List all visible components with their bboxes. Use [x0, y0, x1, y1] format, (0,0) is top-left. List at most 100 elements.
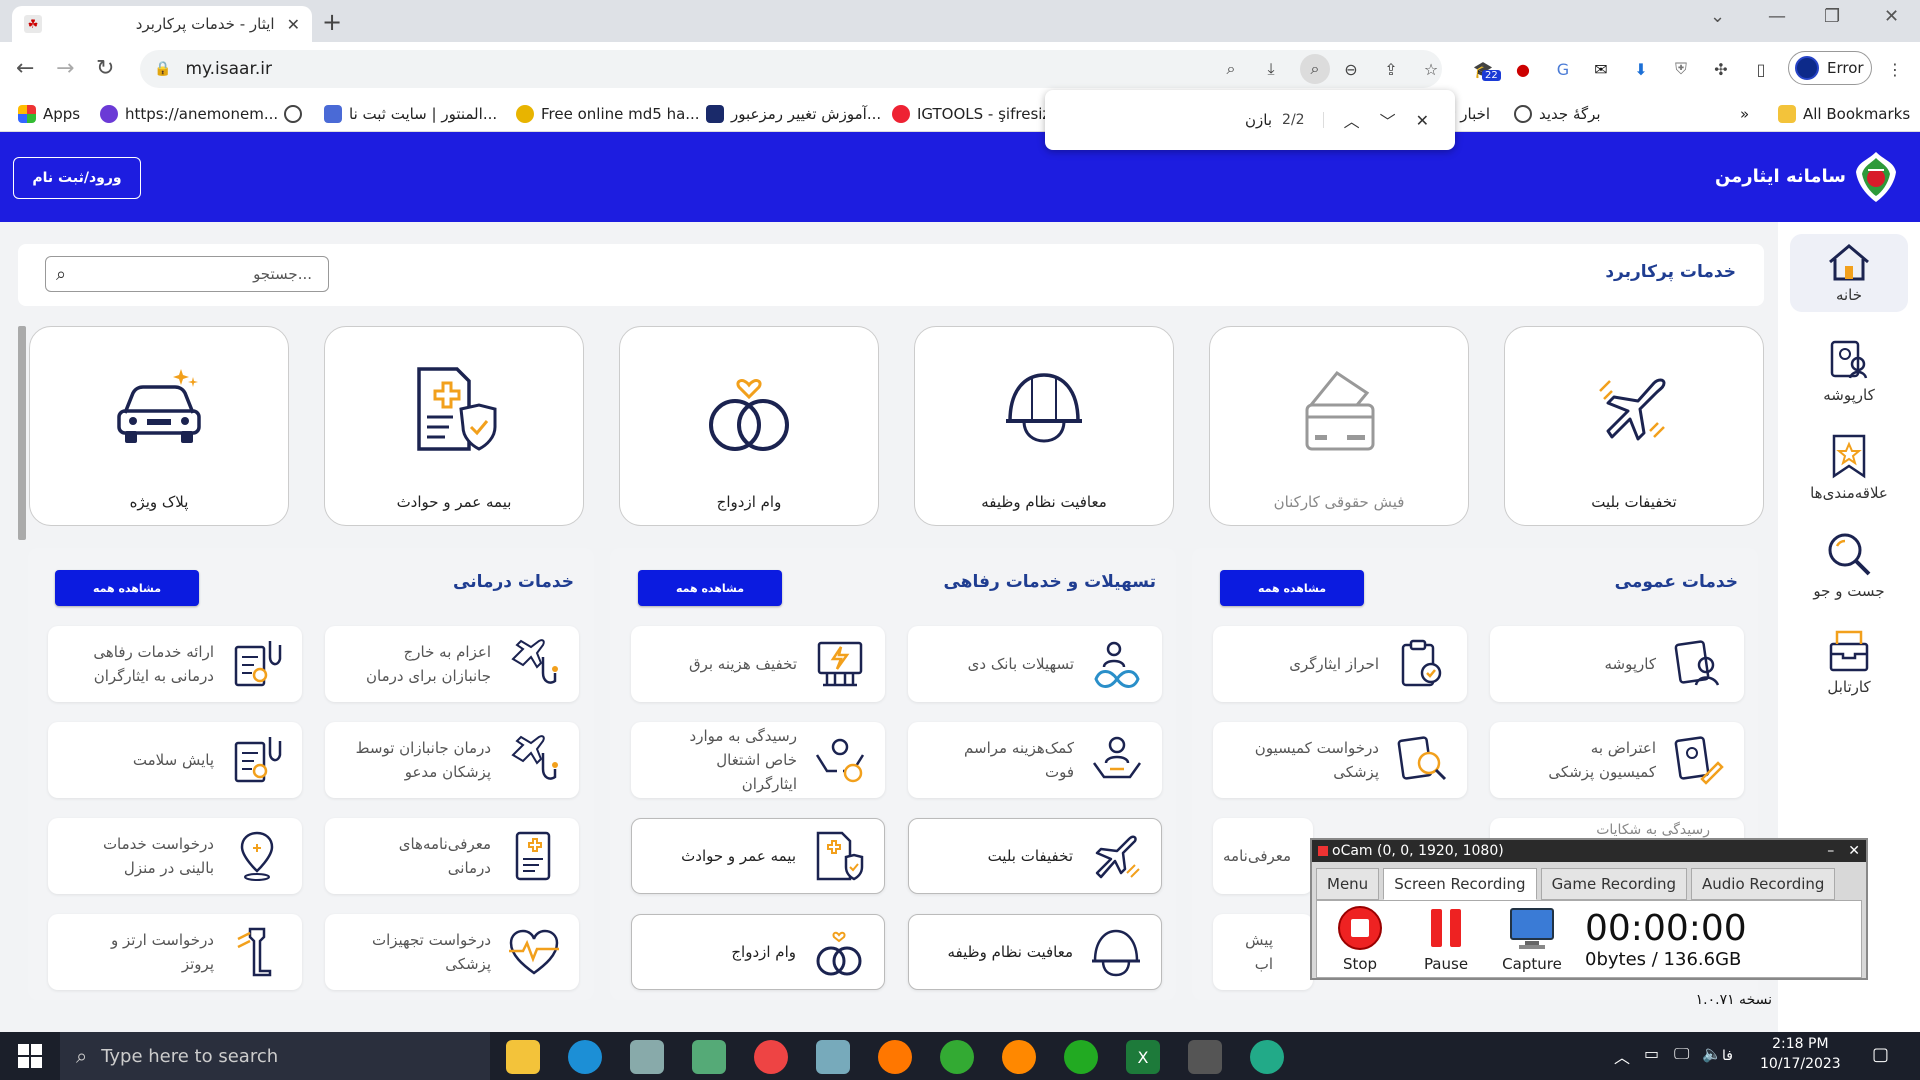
tray-network-icon[interactable]: ▭ — [1644, 1044, 1659, 1063]
card-payslip[interactable]: فیش حقوقی کارکنان — [1209, 326, 1469, 526]
orange-app-icon[interactable] — [1002, 1040, 1036, 1074]
card-special-plate[interactable]: پلاک ویژه — [29, 326, 289, 526]
service-item[interactable]: اعزام به خارج جانبازان برای درمان — [325, 626, 579, 702]
forward-icon[interactable]: → — [56, 56, 74, 81]
side-panel-icon[interactable]: ▯ — [1750, 58, 1772, 80]
bookmark-apps[interactable]: Apps — [18, 103, 80, 125]
service-item[interactable]: ارائه خدمات رفاهی درمانی به ایثارگران — [48, 626, 302, 702]
app-icon[interactable] — [692, 1040, 726, 1074]
address-bar[interactable]: 🔒 my.isaar.ir — [140, 50, 1442, 88]
share-icon[interactable]: ⇪ — [1380, 58, 1402, 80]
pause-button[interactable]: Pause — [1403, 905, 1489, 973]
service-item[interactable]: رسیدگی به موارد خاص اشتغال ایثارگران — [631, 722, 885, 798]
service-item[interactable]: درخواست کمیسیون پزشکی — [1213, 722, 1467, 798]
bookmark-md5[interactable]: Free online md5 ha... — [516, 103, 700, 125]
bookmark-anemonem[interactable]: https://anemonem... — [100, 103, 278, 125]
kebab-menu-icon[interactable]: ⋮ — [1884, 58, 1906, 80]
search-input[interactable]: ⌕ جستجو... — [45, 256, 329, 292]
close-icon[interactable]: ✕ — [1848, 843, 1860, 859]
close-window-button[interactable]: ✕ — [1884, 6, 1899, 27]
notification-icon[interactable]: ▢ — [1872, 1044, 1889, 1065]
firefox-icon[interactable] — [878, 1040, 912, 1074]
tray-volume-icon[interactable]: 🔈 — [1702, 1044, 1722, 1063]
bookmark-star-outline-icon[interactable]: ☆ — [1420, 58, 1442, 80]
find-input[interactable]: بازن — [1061, 111, 1282, 129]
extensions-puzzle-icon[interactable]: ✣ — [1710, 58, 1732, 80]
service-item[interactable]: احراز ایثارگری — [1213, 626, 1467, 702]
file-explorer-icon[interactable] — [506, 1040, 540, 1074]
tab-search-chevron-icon[interactable]: ⌄ — [1710, 6, 1725, 27]
keyboard-language[interactable]: فا — [1722, 1048, 1733, 1064]
find-in-page-icon[interactable]: ⌕ — [1300, 54, 1330, 84]
sidebar-item-home[interactable]: خانه — [1790, 234, 1908, 312]
sidebar-item-favorites[interactable]: علاقه‌مندی‌ها — [1790, 424, 1908, 506]
reload-icon[interactable]: ↻ — [96, 56, 114, 81]
profile-button[interactable]: Error — [1788, 51, 1872, 85]
chevron-up-icon[interactable]: ︿ — [1344, 108, 1360, 132]
service-item[interactable]: درخواست خدمات بالینی در منزل — [48, 818, 302, 894]
view-all-button[interactable]: مشاهده همه — [1220, 570, 1364, 606]
service-item[interactable]: تخفیفات بلیت — [908, 818, 1162, 894]
paint-icon[interactable] — [630, 1040, 664, 1074]
service-item[interactable]: معرفی‌نامه — [1213, 818, 1313, 894]
install-app-icon[interactable]: ⤓ — [1260, 58, 1282, 80]
zoom-out-icon[interactable]: ⊖ — [1340, 58, 1362, 80]
tray-chevron-icon[interactable]: ︿ — [1614, 1044, 1630, 1068]
sidebar-item-portfolio[interactable]: کارپوشه — [1790, 330, 1908, 410]
ocam-tab-screen-recording[interactable]: Screen Recording — [1383, 868, 1537, 900]
gear-app-icon[interactable] — [1064, 1040, 1098, 1074]
excel-icon[interactable]: X — [1126, 1040, 1160, 1074]
card-life-insurance[interactable]: بیمه عمر و حوادث — [324, 326, 584, 526]
sidebar-item-search[interactable]: جست و جو — [1790, 522, 1908, 604]
view-all-button[interactable]: مشاهده همه — [55, 570, 199, 606]
ocam-taskbar-icon[interactable] — [1188, 1040, 1222, 1074]
service-item[interactable]: تسهیلات بانک دی — [908, 626, 1162, 702]
bookmark-igtools[interactable]: IGTOOLS - şifresiz — [892, 103, 1050, 125]
extension-translate-icon[interactable]: G — [1552, 58, 1574, 80]
service-item[interactable]: درخواست ارتز و پروتز — [48, 914, 302, 990]
search-page-icon[interactable]: ⌕ — [1220, 58, 1242, 80]
bookmark-globe[interactable] — [284, 103, 309, 125]
service-item[interactable]: پایش سلامت — [48, 722, 302, 798]
scrollbar-thumb[interactable] — [18, 326, 26, 540]
tray-display-icon[interactable]: 🖵 — [1674, 1044, 1689, 1064]
bookmark-password-tutorial[interactable]: آموزش تغییر رمزعبور... — [706, 103, 881, 125]
browser-tab[interactable]: ☘ ایثار - خدمات پرکاربرد ✕ — [12, 6, 312, 42]
new-tab-button[interactable]: + — [322, 8, 342, 36]
bookmark-elementor[interactable]: المنتور | سایت ثبت نا... — [324, 103, 497, 125]
close-icon[interactable]: ✕ — [1416, 111, 1429, 130]
ocam-tab-game-recording[interactable]: Game Recording — [1540, 868, 1688, 900]
taskbar-clock[interactable]: 2:18 PM 10/17/2023 — [1760, 1034, 1841, 1074]
ocam-tab-menu[interactable]: Menu — [1316, 868, 1380, 900]
chrome-alt-icon[interactable] — [940, 1040, 974, 1074]
back-icon[interactable]: ← — [16, 56, 34, 81]
bookmark-new-tab[interactable]: برگهٔ جدید — [1514, 103, 1601, 125]
ocam-tab-audio-recording[interactable]: Audio Recording — [1691, 868, 1836, 900]
service-item[interactable]: درمان جانبازان توسط پزشکان مدعو — [325, 722, 579, 798]
earth-app-icon[interactable] — [1250, 1040, 1284, 1074]
service-item[interactable]: درخواست تجهیزات پزشکی — [325, 914, 579, 990]
bookmark-all[interactable]: All Bookmarks — [1778, 103, 1910, 125]
notes-icon[interactable] — [816, 1040, 850, 1074]
ocam-titlebar[interactable]: oCam (0, 0, 1920, 1080) – ✕ — [1312, 840, 1866, 862]
service-item[interactable]: کمک‌هزینه مراسم فوت — [908, 722, 1162, 798]
service-item[interactable]: معافیت نظام وظیفه — [908, 914, 1162, 990]
windows-start-icon[interactable] — [18, 1044, 42, 1068]
service-item[interactable]: کارپوشه — [1490, 626, 1744, 702]
capture-button[interactable]: Capture — [1489, 905, 1575, 973]
edge-icon[interactable] — [568, 1040, 602, 1074]
tab-close-icon[interactable]: ✕ — [287, 15, 300, 34]
minimize-icon[interactable]: – — [1827, 843, 1834, 859]
view-all-button[interactable]: مشاهده همه — [638, 570, 782, 606]
extension-mail-icon[interactable]: ✉ — [1590, 58, 1612, 80]
service-item[interactable]: بیمه عمر و حوادث — [631, 818, 885, 894]
chrome-icon[interactable] — [754, 1040, 788, 1074]
bookmarks-overflow-icon[interactable]: » — [1740, 103, 1749, 125]
service-item[interactable]: تخفیف هزینه برق — [631, 626, 885, 702]
extension-seo-icon[interactable]: ● — [1512, 58, 1534, 80]
service-item[interactable]: پیش اب — [1213, 914, 1313, 990]
minimize-button[interactable]: — — [1768, 6, 1786, 27]
login-register-button[interactable]: ورود/ثبت نام — [13, 157, 141, 199]
service-item[interactable]: معرفی‌نامه‌های درمانی — [325, 818, 579, 894]
service-item[interactable]: وام ازدواج — [631, 914, 885, 990]
